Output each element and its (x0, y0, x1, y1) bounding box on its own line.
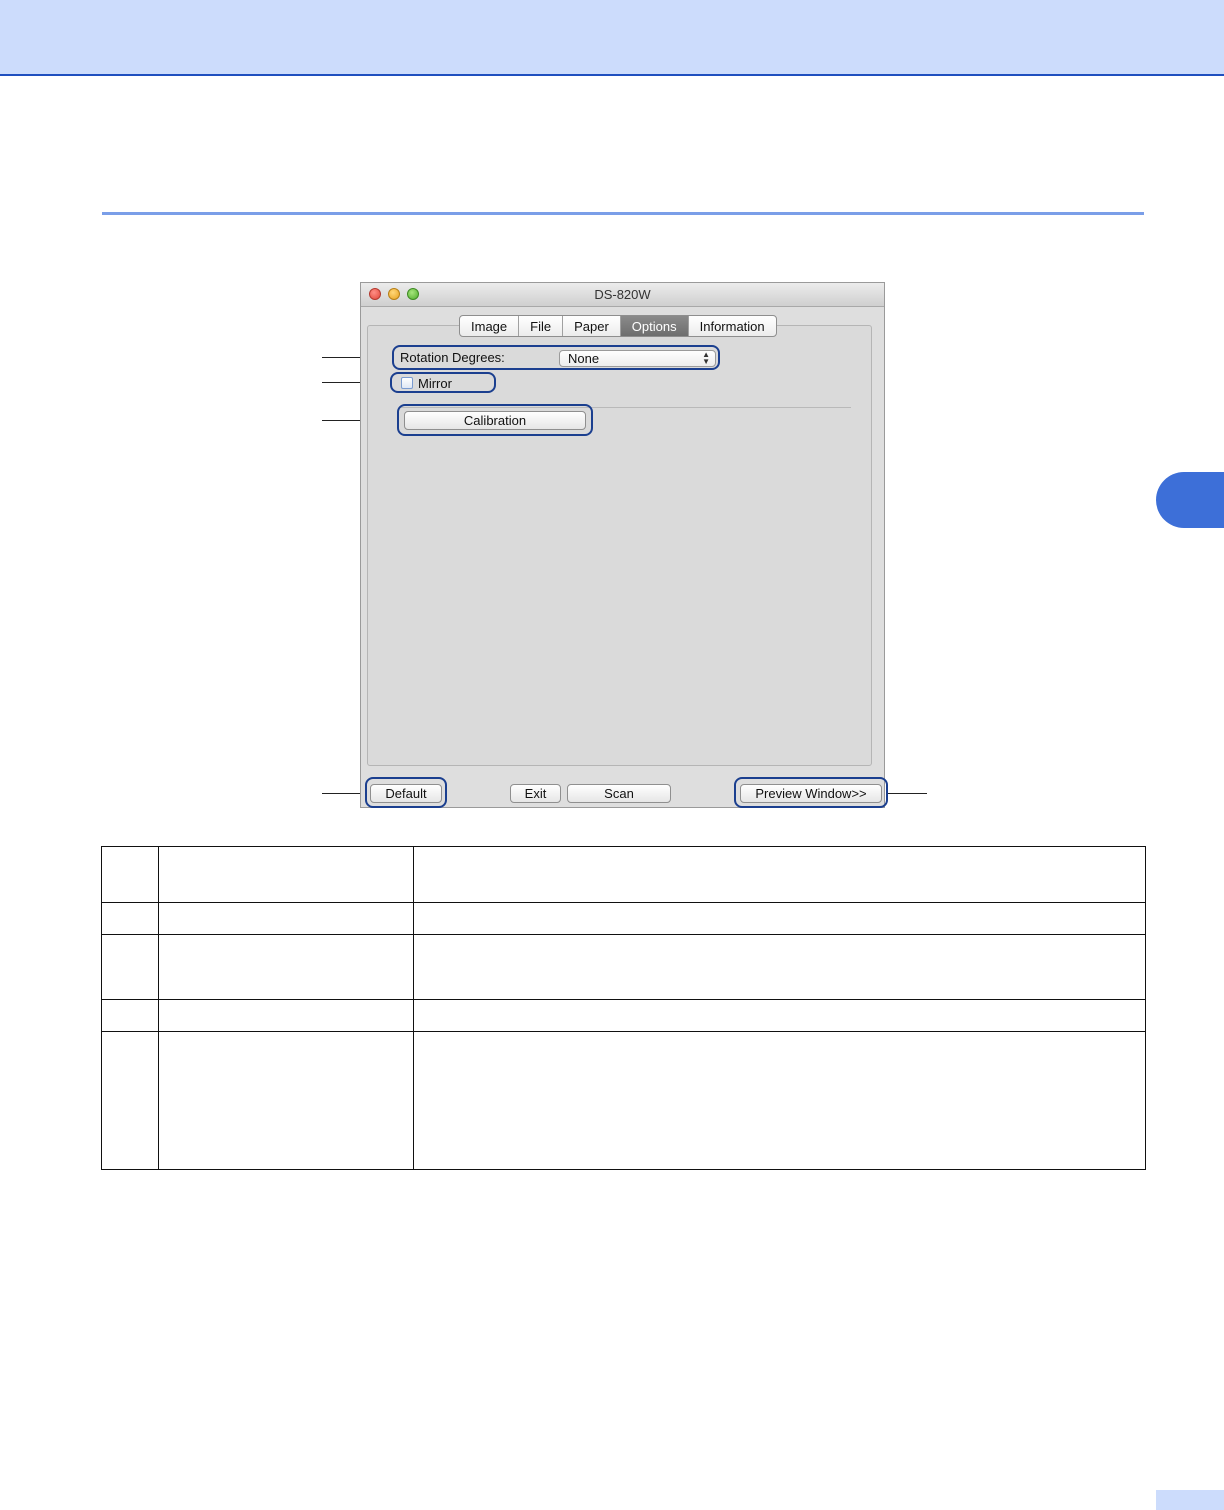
table-cell (101, 1031, 159, 1170)
legend-table (101, 846, 1146, 1170)
table-cell (158, 934, 414, 1000)
rotation-degrees-label: Rotation Degrees: (400, 350, 505, 365)
tab-paper[interactable]: Paper (563, 316, 621, 336)
section-divider (102, 212, 1144, 215)
up-down-arrows-icon: ▲ ▼ (702, 350, 710, 366)
chapter-tab (1156, 472, 1224, 528)
table-row (101, 846, 1146, 903)
window-title: DS-820W (594, 287, 651, 302)
table-cell (413, 934, 1146, 1000)
scan-button[interactable]: Scan (567, 784, 671, 803)
table-cell (413, 1031, 1146, 1170)
callout-leader-preview (887, 793, 927, 794)
table-cell (158, 846, 414, 903)
preview-window-button[interactable]: Preview Window>> (740, 784, 882, 803)
tab-bar: Image File Paper Options Information (459, 315, 777, 337)
mirror-label: Mirror (418, 376, 452, 391)
table-cell (101, 902, 159, 935)
table-cell (101, 934, 159, 1000)
table-cell (101, 846, 159, 903)
table-cell (158, 902, 414, 935)
table-row (101, 902, 1146, 935)
mirror-checkbox[interactable] (401, 377, 413, 389)
table-cell (413, 999, 1146, 1032)
table-row (101, 934, 1146, 1000)
tab-file[interactable]: File (519, 316, 564, 336)
calibration-button[interactable]: Calibration (404, 411, 586, 430)
options-divider (399, 407, 851, 408)
exit-button[interactable]: Exit (510, 784, 561, 803)
table-cell (158, 999, 414, 1032)
scanner-settings-window: DS-820W Image File Paper Options Informa… (360, 282, 885, 808)
table-row (101, 999, 1146, 1032)
table-cell (413, 846, 1146, 903)
window-titlebar: DS-820W (361, 283, 884, 307)
tab-image[interactable]: Image (460, 316, 520, 336)
table-cell (101, 999, 159, 1032)
page-header-band (0, 0, 1224, 76)
page-number-box (1156, 1490, 1224, 1510)
tab-options[interactable]: Options (620, 316, 689, 336)
table-cell (158, 1031, 414, 1170)
rotation-degrees-value: None (568, 351, 600, 366)
tab-information[interactable]: Information (689, 316, 776, 336)
options-panel (367, 325, 872, 766)
rotation-degrees-select[interactable]: None ▲ ▼ (559, 350, 716, 367)
table-cell (413, 902, 1146, 935)
default-button[interactable]: Default (370, 784, 442, 803)
table-row (101, 1031, 1146, 1170)
